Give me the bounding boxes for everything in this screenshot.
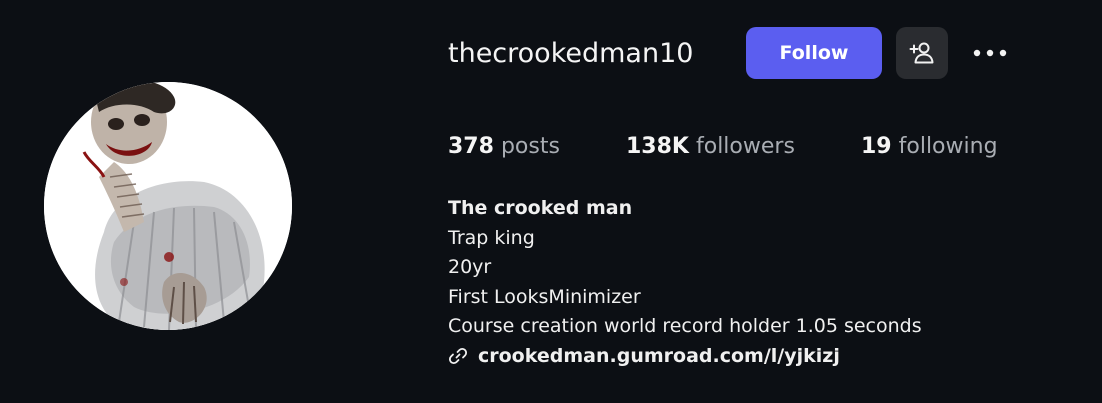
posts-stat[interactable]: 378 posts: [448, 134, 626, 159]
username: thecrookedman10: [448, 37, 694, 69]
profile-actions-row: thecrookedman10 Follow: [448, 27, 1088, 79]
link-icon: [448, 348, 468, 365]
profile-bio: The crooked man Trap king 20yr First Loo…: [448, 194, 1088, 371]
bio-link-row: crookedman.gumroad.com/l/yjkizj: [448, 342, 1088, 372]
following-stat[interactable]: 19 following: [861, 134, 998, 159]
bio-line: Trap king: [448, 226, 535, 249]
profile-info: thecrookedman10 Follow 378 posts 138K fo…: [448, 27, 1088, 371]
add-person-icon: [909, 42, 934, 64]
followers-label: followers: [695, 133, 795, 159]
more-options-button[interactable]: [970, 33, 1010, 73]
bio-line: Course creation world record holder 1.05…: [448, 315, 922, 337]
profile-header: thecrookedman10 Follow 378 posts 138K fo…: [0, 0, 1102, 403]
followers-stat[interactable]: 138K followers: [626, 134, 861, 159]
posts-label: posts: [500, 133, 560, 159]
following-count: 19: [861, 133, 892, 159]
following-label: following: [898, 133, 998, 159]
bio-line: First LooksMinimizer: [448, 285, 641, 308]
profile-avatar[interactable]: [44, 82, 292, 330]
follow-button[interactable]: Follow: [746, 27, 882, 79]
bio-line: 20yr: [448, 256, 492, 278]
posts-count: 378: [448, 133, 494, 159]
suggested-accounts-button[interactable]: [896, 27, 948, 79]
followers-count: 138K: [626, 133, 689, 159]
bio-link[interactable]: crookedman.gumroad.com/l/yjkizj: [478, 342, 840, 372]
avatar-illustration: [44, 82, 292, 330]
display-name: The crooked man: [448, 197, 633, 219]
profile-stats: 378 posts 138K followers 19 following: [448, 131, 1088, 161]
more-options-icon: [973, 49, 1007, 57]
